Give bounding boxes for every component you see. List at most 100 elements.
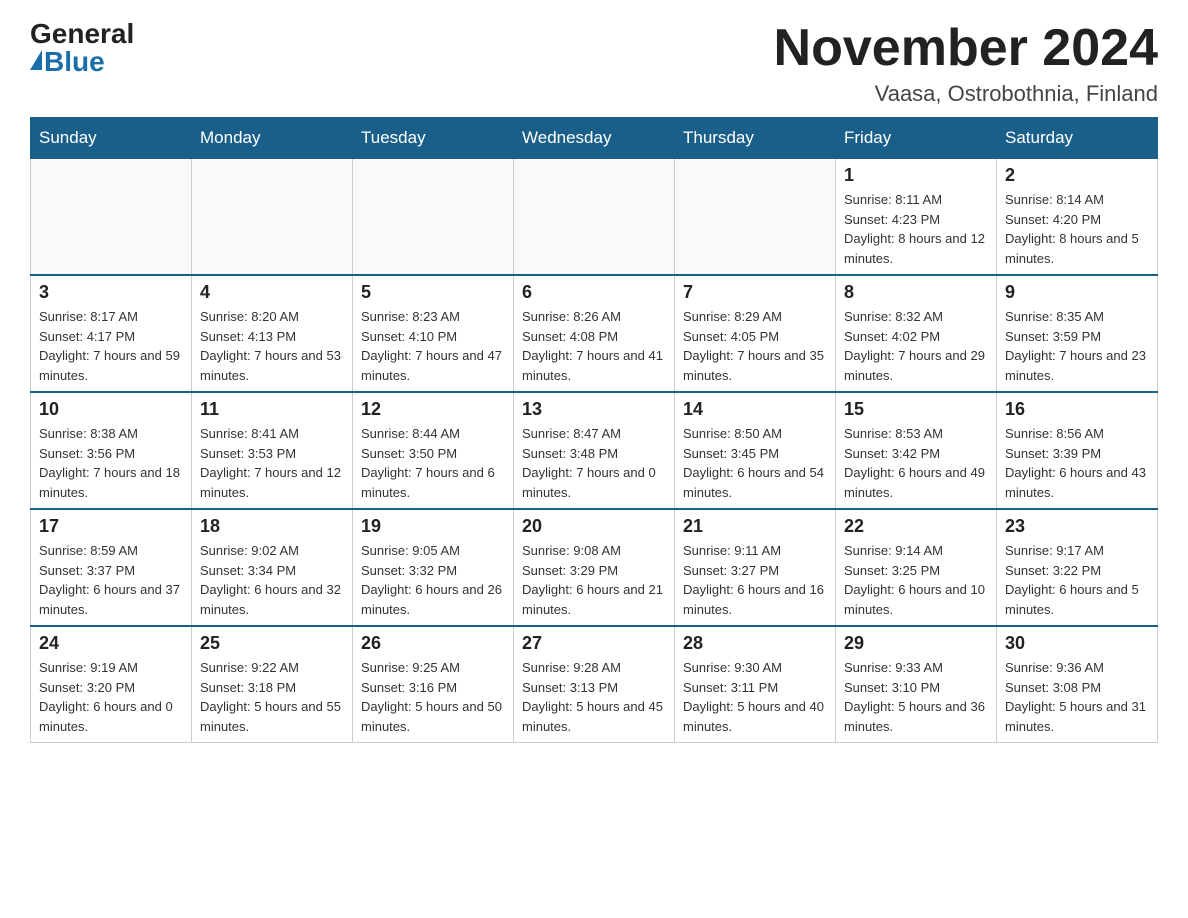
day-number: 28 <box>683 633 827 654</box>
table-row: 28 Sunrise: 9:30 AMSunset: 3:11 PMDayligh… <box>675 626 836 743</box>
day-number: 5 <box>361 282 505 303</box>
col-header-friday: Friday <box>836 118 997 159</box>
table-row: 25Sunrise: 9:22 AMSunset: 3:18 PMDayligh… <box>192 626 353 743</box>
day-number: 21 <box>683 516 827 537</box>
day-info: Sunrise: 9:30 AMSunset: 3:11 PMDaylight:… <box>683 658 827 736</box>
calendar-week-row: 24 Sunrise: 9:19 AMSunset: 3:20 PMDayligh… <box>31 626 1158 743</box>
day-info: Sunrise: 9:28 AMSunset: 3:13 PMDaylight:… <box>522 658 666 736</box>
day-number: 15 <box>844 399 988 420</box>
calendar-week-row: 3 Sunrise: 8:17 AMSunset: 4:17 PMDaylight… <box>31 275 1158 392</box>
day-info: Sunrise: 8:56 AMSunset: 3:39 PMDaylight:… <box>1005 424 1149 502</box>
day-number: 13 <box>522 399 666 420</box>
table-row: 11 Sunrise: 8:41 AMSunset: 3:53 PMDayligh… <box>192 392 353 509</box>
col-header-thursday: Thursday <box>675 118 836 159</box>
location-title: Vaasa, Ostrobothnia, Finland <box>774 81 1158 107</box>
table-row <box>31 159 192 276</box>
day-info: Sunrise: 9:19 AMSunset: 3:20 PMDaylight:… <box>39 658 183 736</box>
day-info: Sunrise: 9:36 AMSunset: 3:08 PMDaylight:… <box>1005 658 1149 736</box>
day-number: 7 <box>683 282 827 303</box>
day-number: 12 <box>361 399 505 420</box>
day-info: Sunrise: 8:29 AMSunset: 4:05 PMDaylight:… <box>683 307 827 385</box>
day-info: Sunrise: 9:17 AMSunset: 3:22 PMDaylight:… <box>1005 541 1149 619</box>
day-info: Sunrise: 8:50 AMSunset: 3:45 PMDaylight:… <box>683 424 827 502</box>
day-info: Sunrise: 8:20 AMSunset: 4:13 PMDaylight:… <box>200 307 344 385</box>
table-row: 6 Sunrise: 8:26 AMSunset: 4:08 PMDaylight… <box>514 275 675 392</box>
day-info: Sunrise: 8:35 AMSunset: 3:59 PMDaylight:… <box>1005 307 1149 385</box>
day-info: Sunrise: 9:11 AMSunset: 3:27 PMDaylight:… <box>683 541 827 619</box>
day-number: 9 <box>1005 282 1149 303</box>
table-row: 19Sunrise: 9:05 AMSunset: 3:32 PMDayligh… <box>353 509 514 626</box>
table-row: 14Sunrise: 8:50 AMSunset: 3:45 PMDayligh… <box>675 392 836 509</box>
table-row: 18 Sunrise: 9:02 AMSunset: 3:34 PMDayligh… <box>192 509 353 626</box>
table-row: 5 Sunrise: 8:23 AMSunset: 4:10 PMDaylight… <box>353 275 514 392</box>
calendar-week-row: 1 Sunrise: 8:11 AMSunset: 4:23 PMDaylight… <box>31 159 1158 276</box>
table-row <box>192 159 353 276</box>
table-row: 22 Sunrise: 9:14 AMSunset: 3:25 PMDayligh… <box>836 509 997 626</box>
logo-blue-text: Blue <box>30 48 105 76</box>
table-row: 8 Sunrise: 8:32 AMSunset: 4:02 PMDaylight… <box>836 275 997 392</box>
day-info: Sunrise: 8:59 AMSunset: 3:37 PMDaylight:… <box>39 541 183 619</box>
day-number: 23 <box>1005 516 1149 537</box>
col-header-tuesday: Tuesday <box>353 118 514 159</box>
table-row: 23 Sunrise: 9:17 AMSunset: 3:22 PMDayligh… <box>997 509 1158 626</box>
day-number: 17 <box>39 516 183 537</box>
day-info: Sunrise: 8:41 AMSunset: 3:53 PMDaylight:… <box>200 424 344 502</box>
day-number: 24 <box>39 633 183 654</box>
day-info: Sunrise: 8:23 AMSunset: 4:10 PMDaylight:… <box>361 307 505 385</box>
table-row: 29Sunrise: 9:33 AMSunset: 3:10 PMDayligh… <box>836 626 997 743</box>
day-number: 4 <box>200 282 344 303</box>
day-info: Sunrise: 8:17 AMSunset: 4:17 PMDaylight:… <box>39 307 183 385</box>
table-row: 21 Sunrise: 9:11 AMSunset: 3:27 PMDayligh… <box>675 509 836 626</box>
day-info: Sunrise: 9:08 AMSunset: 3:29 PMDaylight:… <box>522 541 666 619</box>
table-row: 16 Sunrise: 8:56 AMSunset: 3:39 PMDayligh… <box>997 392 1158 509</box>
day-info: Sunrise: 8:44 AMSunset: 3:50 PMDaylight:… <box>361 424 505 502</box>
day-number: 16 <box>1005 399 1149 420</box>
table-row <box>514 159 675 276</box>
month-title: November 2024 <box>774 20 1158 77</box>
col-header-sunday: Sunday <box>31 118 192 159</box>
table-row: 27 Sunrise: 9:28 AMSunset: 3:13 PMDayligh… <box>514 626 675 743</box>
day-info: Sunrise: 8:26 AMSunset: 4:08 PMDaylight:… <box>522 307 666 385</box>
table-row: 9 Sunrise: 8:35 AMSunset: 3:59 PMDaylight… <box>997 275 1158 392</box>
day-number: 3 <box>39 282 183 303</box>
table-row: 1 Sunrise: 8:11 AMSunset: 4:23 PMDaylight… <box>836 159 997 276</box>
day-info: Sunrise: 8:32 AMSunset: 4:02 PMDaylight:… <box>844 307 988 385</box>
day-number: 19 <box>361 516 505 537</box>
logo-general-text: General <box>30 20 134 48</box>
day-number: 1 <box>844 165 988 186</box>
table-row: 26 Sunrise: 9:25 AMSunset: 3:16 PMDayligh… <box>353 626 514 743</box>
table-row: 13 Sunrise: 8:47 AMSunset: 3:48 PMDayligh… <box>514 392 675 509</box>
day-number: 30 <box>1005 633 1149 654</box>
day-number: 20 <box>522 516 666 537</box>
table-row <box>675 159 836 276</box>
table-row: 2 Sunrise: 8:14 AMSunset: 4:20 PMDaylight… <box>997 159 1158 276</box>
day-info: Sunrise: 8:11 AMSunset: 4:23 PMDaylight:… <box>844 190 988 268</box>
day-info: Sunrise: 8:47 AMSunset: 3:48 PMDaylight:… <box>522 424 666 502</box>
day-info: Sunrise: 9:02 AMSunset: 3:34 PMDaylight:… <box>200 541 344 619</box>
day-info: Sunrise: 9:22 AMSunset: 3:18 PMDaylight:… <box>200 658 344 736</box>
table-row: 15 Sunrise: 8:53 AMSunset: 3:42 PMDayligh… <box>836 392 997 509</box>
day-number: 26 <box>361 633 505 654</box>
table-row <box>353 159 514 276</box>
day-number: 27 <box>522 633 666 654</box>
col-header-monday: Monday <box>192 118 353 159</box>
day-number: 22 <box>844 516 988 537</box>
day-info: Sunrise: 9:25 AMSunset: 3:16 PMDaylight:… <box>361 658 505 736</box>
day-number: 6 <box>522 282 666 303</box>
day-number: 10 <box>39 399 183 420</box>
logo-triangle-icon <box>30 50 42 70</box>
table-row: 17 Sunrise: 8:59 AMSunset: 3:37 PMDayligh… <box>31 509 192 626</box>
day-info: Sunrise: 9:14 AMSunset: 3:25 PMDaylight:… <box>844 541 988 619</box>
day-info: Sunrise: 8:14 AMSunset: 4:20 PMDaylight:… <box>1005 190 1149 268</box>
day-info: Sunrise: 9:33 AMSunset: 3:10 PMDaylight:… <box>844 658 988 736</box>
day-info: Sunrise: 8:38 AMSunset: 3:56 PMDaylight:… <box>39 424 183 502</box>
day-number: 8 <box>844 282 988 303</box>
calendar-header-row: Sunday Monday Tuesday Wednesday Thursday… <box>31 118 1158 159</box>
day-number: 18 <box>200 516 344 537</box>
calendar-week-row: 17 Sunrise: 8:59 AMSunset: 3:37 PMDayligh… <box>31 509 1158 626</box>
day-info: Sunrise: 8:53 AMSunset: 3:42 PMDaylight:… <box>844 424 988 502</box>
col-header-saturday: Saturday <box>997 118 1158 159</box>
day-number: 2 <box>1005 165 1149 186</box>
col-header-wednesday: Wednesday <box>514 118 675 159</box>
day-number: 11 <box>200 399 344 420</box>
